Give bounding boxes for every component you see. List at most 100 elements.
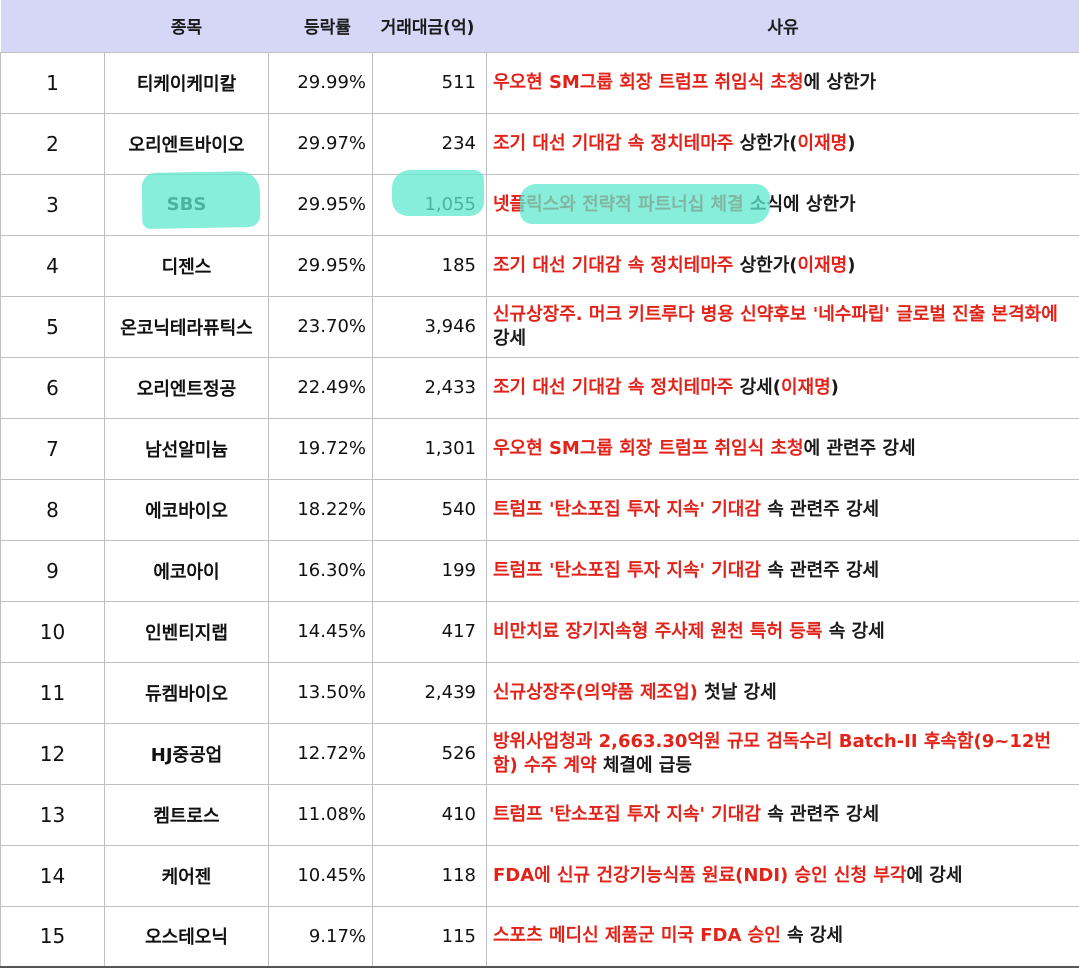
table-row: 14 케어젠 10.45% 118 FDA에 신규 건강기능식품 원료(NDI) 승인 … [0,844,1079,907]
change-rate-cell: 29.97% [268,112,373,175]
table-row: 2 오리엔트바이오 29.97% 234 조기 대선 기대감 속 정치테마주 상한가(이… [0,112,1079,175]
reason-text: 강세 [493,327,527,349]
table-row: 4 디젠스 29.95% 185 조기 대선 기대감 속 정치테마주 상한가(이재명) [0,234,1079,297]
reason-text: 강세( [733,376,781,398]
trading-value-cell: 115 [372,905,487,968]
stock-name-cell: 에코바이오 [104,478,269,541]
trading-value-cell: 410 [372,783,487,846]
stock-name-cell: 듀켐바이오 [104,661,269,724]
reason-text: 속 관련주 강세 [760,498,880,520]
table-row: 10 인벤티지랩 14.45% 417 비만치료 장기지속형 주사제 원천 특허 등록 … [0,600,1079,663]
reason-text: 첫날 강세 [697,681,777,703]
reason-cell: 방위사업청과 2,663.30억원 규모 검독수리 Batch-II 후속함(9… [486,722,1079,785]
reason-text: 속 관련주 강세 [760,803,880,825]
reason-highlight-text: 조기 대선 기대감 속 정치테마주 [493,132,734,154]
stock-name-cell: 오리엔트정공 [104,356,269,419]
stock-name-cell: 남선알미늄 [104,417,269,480]
trading-value-cell: 185 [372,234,487,297]
change-rate-cell: 13.50% [268,661,373,724]
rank-cell: 5 [0,295,105,358]
table-row: 1 티케이케미칼 29.99% 511 우오현 SM그룹 회장 트럼프 취임식 초청에 … [0,51,1079,114]
change-rate-cell: 19.72% [268,417,373,480]
trading-value-cell: 2,439 [372,661,487,724]
stock-name-cell: 티케이케미칼 [104,51,269,114]
reason-text: 체결에 급등 [596,754,692,776]
rank-cell: 2 [0,112,105,175]
trading-value-cell: 511 [372,51,487,114]
reason-highlight-text: 조기 대선 기대감 속 정치테마주 [493,376,734,398]
reason-cell: FDA에 신규 건강기능식품 원료(NDI) 승인 신청 부각에 강세 [486,844,1079,907]
change-rate-cell: 11.08% [268,783,373,846]
header-rate: 등락률 [304,18,351,39]
reason-highlight-text: 이재명 [797,132,848,154]
reason-cell: 신규상장주(의약품 제조업) 첫날 강세 [486,661,1079,724]
reason-text: 속 강세 [822,620,885,642]
header-reason: 사유 [767,18,799,39]
rank-cell: 4 [0,234,105,297]
table-header-row: 종목 등락률 거래대금(억) 사유 [0,0,1079,52]
reason-cell: 비만치료 장기지속형 주사제 원천 특허 등록 속 강세 [486,600,1079,663]
reason-highlight-text: FDA에 신규 건강기능식품 원료(NDI) 승인 신청 부각 [493,864,907,886]
reason-highlight-text: 이재명 [797,254,848,276]
reason-text: 에 상한가 [803,71,877,93]
rank-cell: 12 [0,722,105,785]
reason-text: ) [847,132,856,154]
top-gainers-table: 종목 등락률 거래대금(억) 사유 1 티케이케미칼 29.99% 511 우오현 SM… [0,0,1079,968]
trading-value-cell: 118 [372,844,487,907]
rank-cell: 8 [0,478,105,541]
reason-cell: 트럼프 '탄소포집 투자 지속' 기대감 속 관련주 강세 [486,783,1079,846]
stock-name-cell: 온코닉테라퓨틱스 [104,295,269,358]
rank-cell: 9 [0,539,105,602]
rank-cell: 7 [0,417,105,480]
change-rate-cell: 16.30% [268,539,373,602]
reason-cell: 우오현 SM그룹 회장 트럼프 취임식 초청에 상한가 [486,51,1079,114]
change-rate-cell: 22.49% [268,356,373,419]
change-rate-cell: 29.95% [268,234,373,297]
header-volume: 거래대금(억) [380,18,475,39]
reason-cell: 조기 대선 기대감 속 정치테마주 강세(이재명) [486,356,1079,419]
table-row: 6 오리엔트정공 22.49% 2,433 조기 대선 기대감 속 정치테마주 강세(이… [0,356,1079,419]
rank-cell: 1 [0,51,105,114]
reason-cell: 우오현 SM그룹 회장 트럼프 취임식 초청에 관련주 강세 [486,417,1079,480]
change-rate-cell: 14.45% [268,600,373,663]
stock-name-cell: 에코아이 [104,539,269,602]
trading-value-cell: 1,055 [372,173,487,236]
reason-text: 에 관련주 강세 [803,437,916,459]
reason-cell: 트럼프 '탄소포집 투자 지속' 기대감 속 관련주 강세 [486,478,1079,541]
reason-highlight-text: 트럼프 '탄소포집 투자 지속' 기대감 [493,559,761,581]
reason-cell: 신규상장주. 머크 키트루다 병용 신약후보 '네수파립' 글로벌 진출 본격화… [486,295,1079,358]
reason-highlight-text: 우오현 SM그룹 회장 트럼프 취임식 초청 [493,437,804,459]
rank-cell: 15 [0,905,105,968]
trading-value-cell: 540 [372,478,487,541]
stock-table-view: 종목 등락률 거래대금(억) 사유 1 티케이케미칼 29.99% 511 우오현 SM… [0,0,1079,978]
reason-highlight-text: 스포츠 메디신 제품군 미국 FDA 승인 [493,925,781,947]
reason-text: ) [830,376,839,398]
table-row: 15 오스테오닉 9.17% 115 스포츠 메디신 제품군 미국 FDA 승인 속 강… [0,905,1079,968]
rank-cell: 13 [0,783,105,846]
stock-name-cell: 켐트로스 [104,783,269,846]
change-rate-cell: 9.17% [268,905,373,968]
change-rate-cell: 29.99% [268,51,373,114]
reason-text: ) [847,254,856,276]
stock-name-cell: HJ중공업 [104,722,269,785]
rank-cell: 11 [0,661,105,724]
reason-highlight-text: 조기 대선 기대감 속 정치테마주 [493,254,734,276]
reason-cell: 넷플릭스와 전략적 파트너십 체결 소식에 상한가 [486,173,1079,236]
stock-name-cell: 케어젠 [104,844,269,907]
reason-highlight-text: 트럼프 '탄소포집 투자 지속' 기대감 [493,498,761,520]
reason-highlight-text: 이재명 [780,376,831,398]
reason-highlight-text: 우오현 SM그룹 회장 트럼프 취임식 초청 [493,71,804,93]
change-rate-cell: 18.22% [268,478,373,541]
reason-highlight-text: 신규상장주. 머크 키트루다 병용 신약후보 '네수파립' 글로벌 진출 본격화… [493,303,1058,325]
table-row: 9 에코아이 16.30% 199 트럼프 '탄소포집 투자 지속' 기대감 속 관련주… [0,539,1079,602]
stock-name-cell: 디젠스 [104,234,269,297]
trading-value-cell: 417 [372,600,487,663]
reason-text: 속 관련주 강세 [760,559,880,581]
table-row: 7 남선알미늄 19.72% 1,301 우오현 SM그룹 회장 트럼프 취임식 초청에… [0,417,1079,480]
table-row: 3 SBS 29.95% 1,055 넷플릭스와 전략적 파트너십 체결 소식에 상한가 [0,173,1079,236]
stock-name-cell: 오스테오닉 [104,905,269,968]
table-row: 12 HJ중공업 12.72% 526 방위사업청과 2,663.30억원 규모 검독수… [0,722,1079,785]
stock-name-cell: 인벤티지랩 [104,600,269,663]
reason-cell: 조기 대선 기대감 속 정치테마주 상한가(이재명) [486,234,1079,297]
rank-cell: 3 [0,173,105,236]
